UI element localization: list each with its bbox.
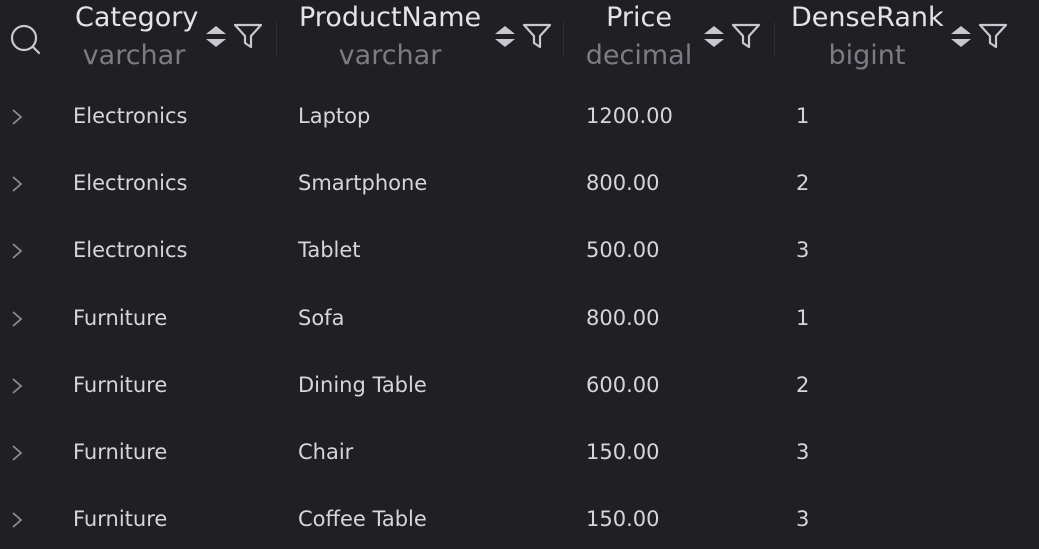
table-row[interactable]: Furniture Chair 150.00 3 <box>0 420 1039 487</box>
chevron-right-icon <box>12 109 23 125</box>
cell-category: Furniture <box>73 507 168 531</box>
cell-denserank: 3 <box>796 507 810 531</box>
column-type: varchar <box>82 40 186 71</box>
column-title: Category <box>75 2 199 33</box>
table-row[interactable]: Furniture Coffee Table 150.00 3 <box>0 487 1039 549</box>
expand-row-button[interactable] <box>10 107 24 127</box>
table-row[interactable]: Electronics Smartphone 800.00 2 <box>0 151 1039 218</box>
cell-category: Electronics <box>73 104 188 128</box>
cell-price: 500.00 <box>586 238 660 262</box>
table-row[interactable]: Furniture Sofa 800.00 1 <box>0 286 1039 353</box>
sort-button[interactable] <box>493 20 517 52</box>
chevron-right-icon <box>12 512 23 528</box>
table-row[interactable]: Electronics Laptop 1200.00 1 <box>0 84 1039 151</box>
sort-button[interactable] <box>949 20 973 52</box>
sort-icon <box>206 26 226 47</box>
chevron-right-icon <box>12 243 23 259</box>
filter-icon <box>731 23 761 49</box>
expand-row-button[interactable] <box>10 309 24 329</box>
cell-price: 600.00 <box>586 373 660 397</box>
search-icon <box>10 24 41 55</box>
column-header-denserank[interactable]: DenseRank bigint <box>775 0 1037 76</box>
column-title: ProductName <box>299 2 482 33</box>
cell-productname: Smartphone <box>298 171 428 195</box>
cell-category: Electronics <box>73 238 188 262</box>
cell-denserank: 1 <box>796 104 810 128</box>
sort-icon <box>704 26 724 47</box>
cell-productname: Coffee Table <box>298 507 427 531</box>
grid-header: Category varchar ProductName varchar Pri… <box>0 0 1039 78</box>
sort-button[interactable] <box>702 20 726 52</box>
cell-denserank: 3 <box>796 238 810 262</box>
filter-icon <box>233 23 263 49</box>
column-title: DenseRank <box>791 2 944 33</box>
expand-row-button[interactable] <box>10 241 24 261</box>
chevron-right-icon <box>12 378 23 394</box>
cell-price: 800.00 <box>586 306 660 330</box>
cell-productname: Sofa <box>298 306 345 330</box>
chevron-right-icon <box>12 176 23 192</box>
cell-category: Furniture <box>73 373 168 397</box>
filter-icon <box>978 23 1008 49</box>
filter-button[interactable] <box>977 22 1009 50</box>
filter-button[interactable] <box>232 22 264 50</box>
cell-denserank: 1 <box>796 306 810 330</box>
table-row[interactable]: Furniture Dining Table 600.00 2 <box>0 353 1039 420</box>
column-title: Price <box>606 2 672 33</box>
column-header-productname[interactable]: ProductName varchar <box>277 0 563 76</box>
cell-productname: Dining Table <box>298 373 427 397</box>
cell-category: Furniture <box>73 440 168 464</box>
cell-denserank: 2 <box>796 373 810 397</box>
cell-productname: Chair <box>298 440 354 464</box>
cell-category: Furniture <box>73 306 168 330</box>
sort-icon <box>951 26 971 47</box>
filter-button[interactable] <box>521 22 553 50</box>
filter-icon <box>522 23 552 49</box>
cell-price: 1200.00 <box>586 104 673 128</box>
column-type: bigint <box>828 40 906 71</box>
sort-icon <box>495 26 515 47</box>
search-button[interactable] <box>8 22 42 56</box>
column-type: varchar <box>338 40 442 71</box>
cell-price: 150.00 <box>586 507 660 531</box>
expand-row-button[interactable] <box>10 174 24 194</box>
result-grid: Category varchar ProductName varchar Pri… <box>0 0 1039 549</box>
cell-productname: Tablet <box>298 238 361 262</box>
cell-category: Electronics <box>73 171 188 195</box>
table-row[interactable]: Electronics Tablet 500.00 3 <box>0 218 1039 285</box>
cell-price: 150.00 <box>586 440 660 464</box>
cell-denserank: 2 <box>796 171 810 195</box>
expand-row-button[interactable] <box>10 510 24 530</box>
expand-row-button[interactable] <box>10 376 24 396</box>
chevron-right-icon <box>12 445 23 461</box>
cell-productname: Laptop <box>298 104 371 128</box>
column-type: decimal <box>585 40 693 71</box>
cell-denserank: 3 <box>796 440 810 464</box>
chevron-right-icon <box>12 311 23 327</box>
sort-button[interactable] <box>204 20 228 52</box>
filter-button[interactable] <box>730 22 762 50</box>
column-header-category[interactable]: Category varchar <box>50 0 276 76</box>
cell-price: 800.00 <box>586 171 660 195</box>
column-header-price[interactable]: Price decimal <box>564 0 774 76</box>
expand-row-button[interactable] <box>10 443 24 463</box>
